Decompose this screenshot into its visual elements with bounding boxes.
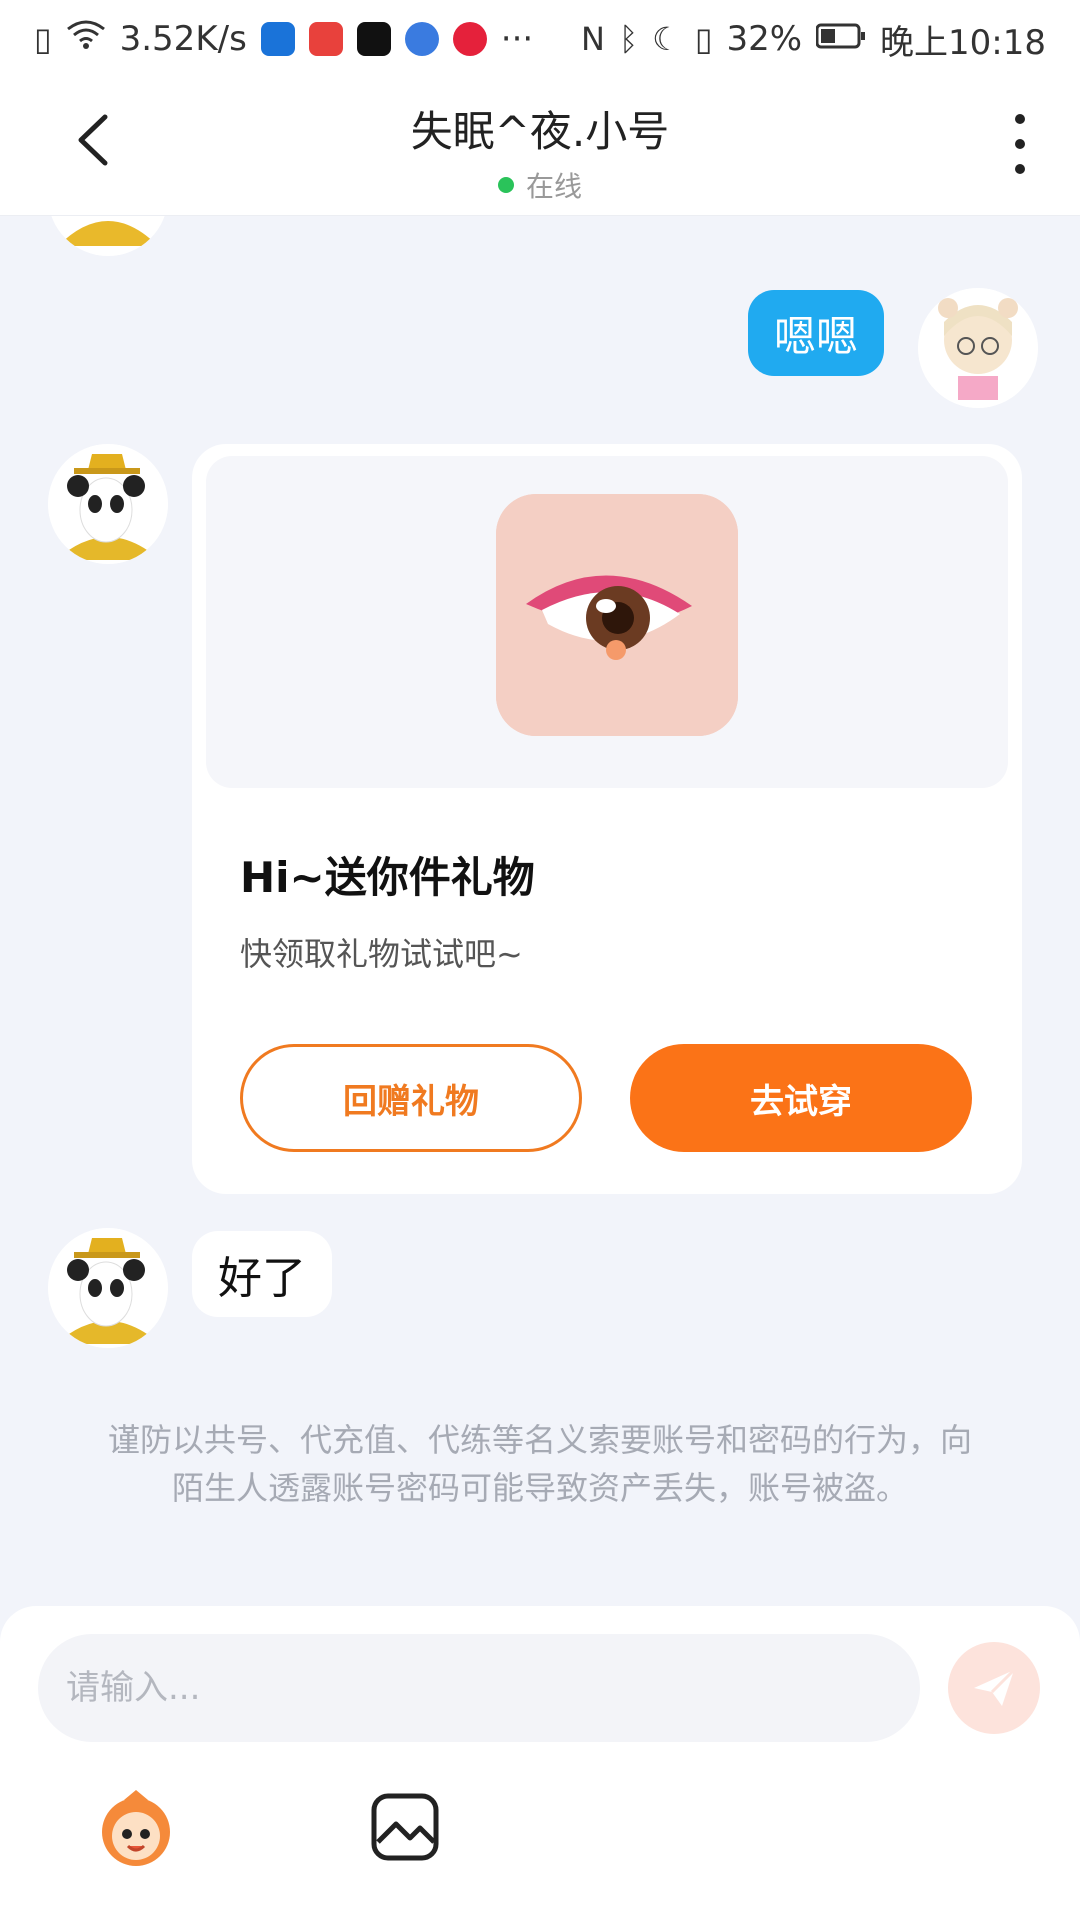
image-button[interactable] [370, 1792, 440, 1862]
gift-card[interactable]: Hi~送你件礼物 快领取礼物试试吧~ 回赠礼物 去试穿 [192, 444, 1022, 1194]
bluetooth-icon: ᛒ [618, 20, 639, 58]
return-gift-button[interactable]: 回赠礼物 [240, 1044, 582, 1152]
clock: 晚上10:18 [880, 22, 1046, 63]
safety-notice: 谨防以共号、代充值、代练等名义索要账号和密码的行为，向陌生人透露账号密码可能导致… [107, 1421, 972, 1507]
emoji-mascot-icon [102, 1790, 170, 1866]
battery-icon [815, 19, 866, 59]
message-input[interactable] [38, 1634, 920, 1742]
store-app-icon [308, 22, 343, 56]
more-vertical-icon [1015, 114, 1025, 124]
more-notifications: ··· [500, 19, 534, 59]
try-on-button[interactable]: 去试穿 [630, 1044, 972, 1152]
chat-header: 失眠^夜.小号 在线 [0, 78, 1080, 216]
incoming-message-bubble[interactable]: 好了 [192, 1231, 332, 1317]
gift-title: Hi~送你件礼物 [240, 853, 535, 902]
gift-subtitle: 快领取礼物试试吧~ [240, 935, 523, 973]
send-icon [974, 1668, 1016, 1706]
nfc-icon: N [581, 20, 605, 58]
contact-avatar[interactable] [48, 1228, 168, 1348]
more-dot [1015, 164, 1025, 174]
image-icon [371, 1793, 439, 1861]
wifi-icon [66, 19, 106, 60]
gift-banner [206, 456, 1008, 788]
network-speed: 3.52K/s [119, 19, 247, 59]
vibrate-icon: ▯ [694, 20, 713, 58]
title-block: 失眠^夜.小号 在线 [0, 98, 1080, 205]
contact-avatar[interactable] [48, 444, 168, 564]
eye-gift-image [496, 494, 738, 736]
online-status-text: 在线 [525, 170, 582, 203]
more-options-button[interactable] [1000, 114, 1040, 174]
my-avatar[interactable] [918, 288, 1038, 408]
contact-avatar[interactable] [48, 216, 168, 256]
more-dot [1015, 139, 1025, 149]
emoji-button[interactable] [94, 1786, 178, 1870]
status-bar-left: ▯ 3.52K/s ··· [34, 19, 533, 60]
contact-name: 失眠^夜.小号 [410, 107, 670, 156]
status-bar-right: N ᛒ ☾ ▯ 32% 晚上10:18 [581, 15, 1046, 64]
online-status: 在线 [0, 165, 1080, 205]
status-bar: ▯ 3.52K/s ··· N ᛒ ☾ ▯ 32% 晚上10:18 [0, 0, 1080, 78]
shield-app-icon [260, 22, 295, 56]
browser-app-icon [404, 22, 439, 56]
online-dot [497, 177, 514, 193]
tiktok-app-icon [356, 22, 391, 56]
chat-messages[interactable]: 嗯嗯 Hi~送你件礼物 快领取礼物试试吧~ 回赠礼物 去试穿 好了 谨防以共号、… [0, 216, 1080, 1606]
outgoing-message-bubble[interactable]: 嗯嗯 [747, 290, 884, 376]
video-app-icon [452, 22, 487, 56]
battery-percent: 32% [726, 19, 803, 59]
input-panel [0, 1606, 1080, 1920]
moon-icon: ☾ [652, 20, 681, 58]
alert-icon: ▯ [34, 20, 52, 58]
send-button[interactable] [948, 1642, 1040, 1734]
